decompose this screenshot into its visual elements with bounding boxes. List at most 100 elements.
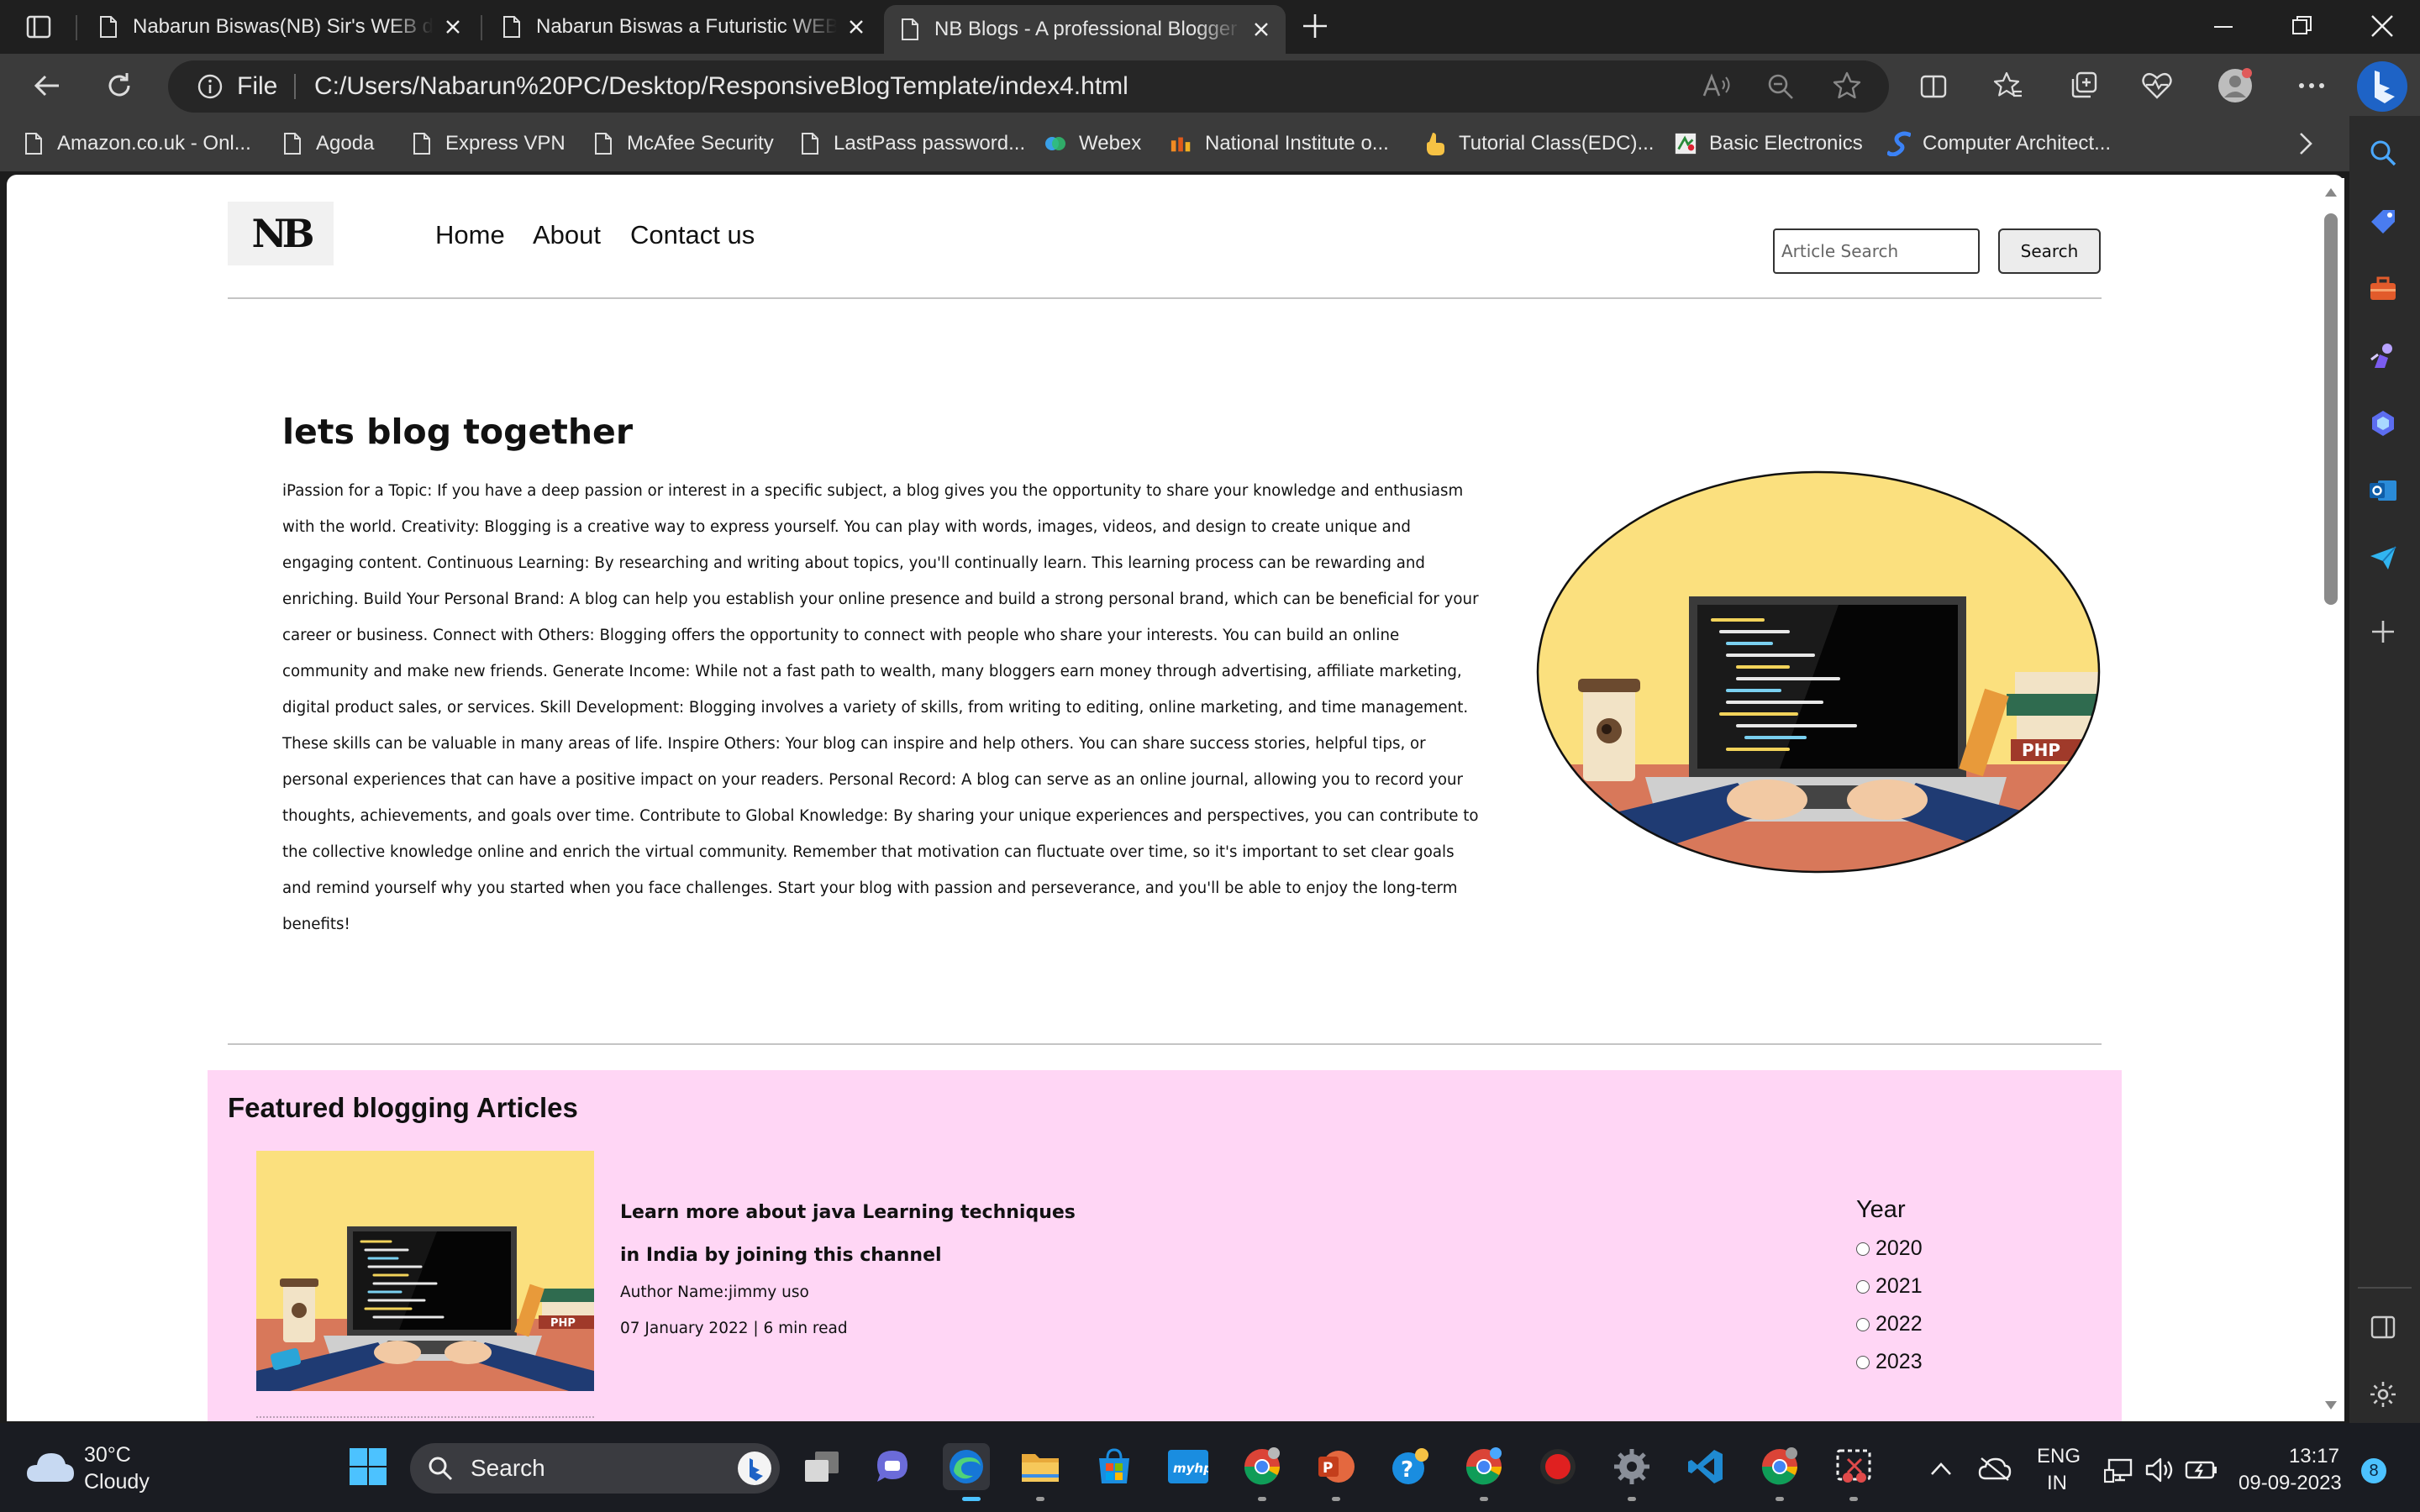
article-thumbnail[interactable]: PHP [256, 1151, 594, 1391]
tab-nb-blogs[interactable]: NB Blogs - A professional Blogger [884, 5, 1286, 54]
profile-avatar-icon[interactable] [2217, 67, 2254, 104]
teams-chat-icon[interactable] [869, 1443, 916, 1490]
weather-condition: Cloudy [84, 1470, 150, 1494]
page-icon [410, 130, 434, 157]
close-window-icon[interactable] [2370, 13, 2395, 39]
chevron-right-icon[interactable] [2292, 129, 2317, 158]
weather-temp: 30°C [84, 1443, 131, 1467]
radio-button[interactable] [1856, 1242, 1870, 1256]
favorite-star-icon[interactable] [1832, 71, 1862, 101]
windows-start-icon[interactable] [345, 1443, 392, 1490]
favorites-icon[interactable] [1993, 71, 2023, 101]
browser-essentials-icon[interactable] [2141, 71, 2173, 101]
restore-icon[interactable] [2291, 13, 2314, 37]
header-divider [228, 297, 2102, 299]
language-code[interactable]: ENG [2037, 1445, 2081, 1468]
scroll-down-icon[interactable] [2324, 1399, 2338, 1411]
read-aloud-icon[interactable] [1701, 72, 1731, 101]
get-help-icon[interactable]: ? [1386, 1443, 1434, 1490]
radio-button[interactable] [1856, 1279, 1870, 1294]
radio-button[interactable] [1856, 1317, 1870, 1331]
bookmark-express-vpn[interactable]: Express VPN [410, 126, 566, 161]
year-option-2022[interactable]: 2022 [1856, 1312, 1923, 1336]
zoom-out-icon[interactable] [1766, 72, 1795, 101]
bookmark-lastpass[interactable]: LastPass password... [798, 126, 1025, 161]
edge-browser-icon[interactable] [943, 1443, 990, 1490]
volume-icon[interactable] [2144, 1457, 2175, 1483]
microsoft-store-icon[interactable] [1091, 1443, 1138, 1490]
bookmark-agoda[interactable]: Agoda [281, 126, 374, 161]
chrome-icon[interactable] [1239, 1443, 1286, 1490]
article-meta: 07 January 2022 | 6 min read [620, 1320, 848, 1337]
year-option-2023[interactable]: 2023 [1856, 1350, 1923, 1374]
info-icon[interactable] [197, 73, 224, 100]
tab-nb-web-design[interactable]: Nabarun Biswas(NB) Sir's WEB design [82, 7, 477, 47]
bookmark-computer-architecture[interactable]: Computer Architect... [1887, 126, 2111, 161]
tab-nb-futuristic-web[interactable]: Nabarun Biswas a Futuristic WEB [486, 7, 881, 47]
language-region[interactable]: IN [2047, 1472, 2067, 1495]
nav-home[interactable]: Home [435, 220, 505, 250]
collections-icon[interactable] [2069, 71, 2099, 101]
article-search-input[interactable] [1773, 228, 1980, 274]
back-icon[interactable] [32, 71, 62, 101]
games-icon[interactable] [2366, 339, 2400, 373]
scrollbar-thumb[interactable] [2324, 213, 2338, 605]
file-explorer-icon[interactable] [1017, 1443, 1064, 1490]
send-icon[interactable] [2366, 541, 2400, 575]
page-icon [22, 130, 45, 157]
year-option-2021[interactable]: 2021 [1856, 1274, 1923, 1299]
weather-widget[interactable]: 30°C Cloudy [25, 1443, 160, 1494]
chevron-up-icon[interactable] [1929, 1460, 1953, 1478]
year-option-2020[interactable]: 2020 [1856, 1236, 1923, 1261]
search-icon[interactable] [2366, 136, 2400, 170]
search-icon [427, 1455, 454, 1482]
bookmark-webex[interactable]: Webex [1044, 126, 1141, 161]
split-screen-icon[interactable] [1919, 72, 1948, 101]
vscode-icon[interactable] [1682, 1443, 1729, 1490]
new-tab-icon[interactable] [1301, 12, 1329, 40]
bookmark-nit[interactable]: National Institute o... [1170, 126, 1389, 161]
search-button[interactable]: Search [1998, 228, 2101, 274]
close-icon[interactable] [1254, 22, 1269, 37]
chrome-profile-icon[interactable] [1460, 1443, 1507, 1490]
screen-recorder-icon[interactable] [1534, 1443, 1581, 1490]
tools-briefcase-icon[interactable] [2366, 272, 2400, 306]
myhp-icon[interactable]: myhp [1165, 1443, 1212, 1490]
radio-button[interactable] [1856, 1355, 1870, 1369]
more-options-icon[interactable] [2297, 77, 2326, 94]
minimize-icon[interactable] [2212, 15, 2235, 39]
network-icon[interactable] [2104, 1457, 2134, 1483]
bookmark-mcafee[interactable]: McAfee Security [592, 126, 774, 161]
task-view-icon[interactable] [798, 1443, 845, 1490]
close-icon[interactable] [445, 19, 460, 34]
clock-time[interactable]: 13:17 [2252, 1445, 2339, 1468]
notification-badge[interactable]: 8 [2361, 1458, 2386, 1483]
chrome-work-icon[interactable] [1756, 1443, 1803, 1490]
nav-contact[interactable]: Contact us [630, 220, 755, 250]
bing-copilot-icon[interactable] [2354, 59, 2410, 114]
clock-date[interactable]: 09-09-2023 [2238, 1472, 2342, 1495]
refresh-icon[interactable] [104, 71, 134, 101]
tab-actions-icon[interactable] [25, 13, 52, 40]
powerpoint-icon[interactable]: P [1313, 1443, 1360, 1490]
battery-icon[interactable] [2185, 1458, 2218, 1482]
bookmark-basic-electronics[interactable]: Basic Electronics [1674, 126, 1863, 161]
shopping-tag-icon[interactable] [2366, 205, 2400, 239]
onedrive-off-icon[interactable] [1978, 1457, 2012, 1482]
site-logo[interactable]: NB [228, 202, 334, 265]
close-icon[interactable] [849, 19, 864, 34]
add-icon[interactable] [2366, 615, 2400, 648]
settings-gear-icon[interactable] [2366, 1378, 2400, 1411]
scroll-up-icon[interactable] [2324, 186, 2338, 198]
snipping-tool-icon[interactable] [1830, 1443, 1877, 1490]
settings-icon[interactable] [1608, 1443, 1655, 1490]
article-title[interactable]: Learn more about java Learning technique… [620, 1191, 1091, 1277]
url-text[interactable]: C:/Users/Nabarun%20PC/Desktop/Responsive… [314, 60, 1128, 113]
sidebar-toggle-icon[interactable] [2366, 1310, 2400, 1344]
copilot-office-icon[interactable] [2366, 407, 2400, 440]
taskbar-search[interactable]: Search [410, 1443, 780, 1494]
bookmark-amazon[interactable]: Amazon.co.uk - Onl... [22, 126, 251, 161]
nav-about[interactable]: About [533, 220, 601, 250]
outlook-icon[interactable] [2366, 474, 2400, 507]
bookmark-tutorial-class[interactable]: Tutorial Class(EDC)... [1423, 126, 1654, 161]
